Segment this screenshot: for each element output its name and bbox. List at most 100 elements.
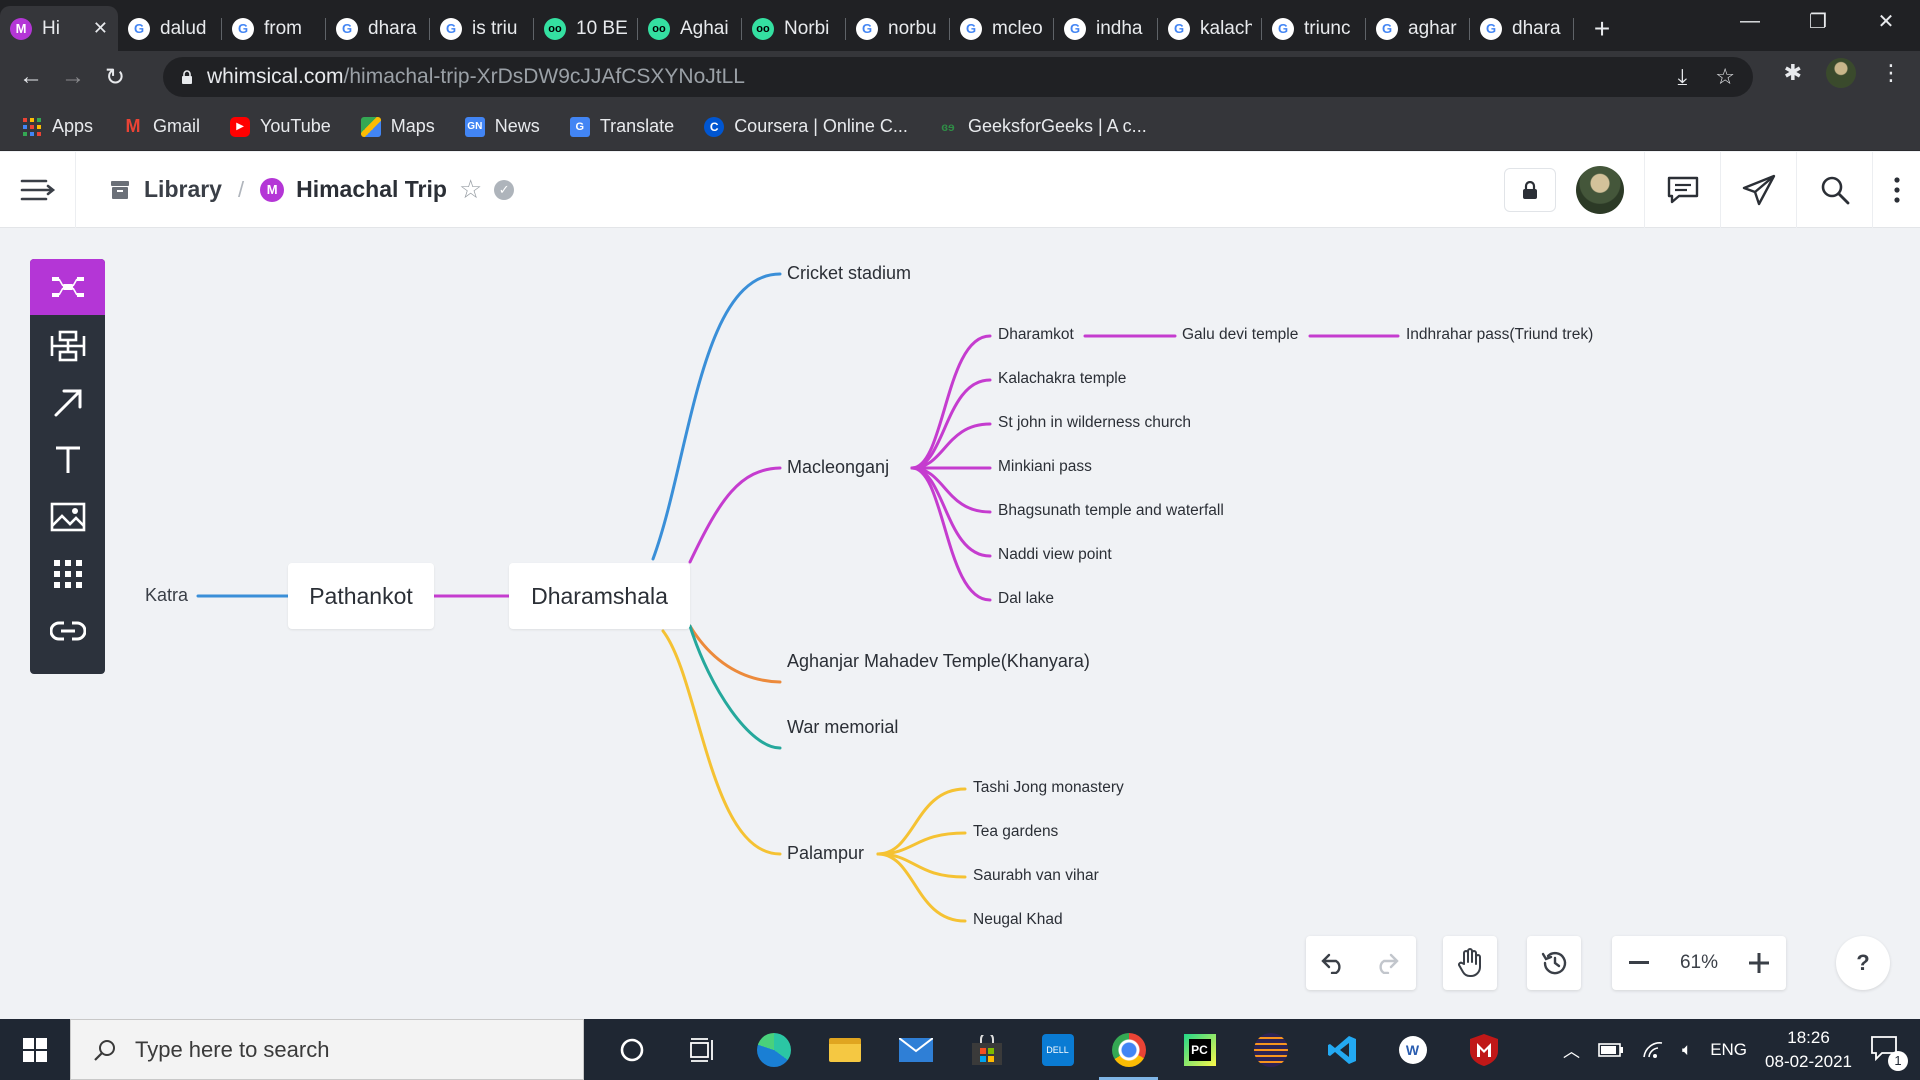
node-tashi-jong-monastery[interactable]: Tashi Jong monastery bbox=[973, 779, 1124, 797]
tray-expand-icon[interactable]: ︿ bbox=[1563, 1037, 1580, 1062]
sidebar-toggle-button[interactable] bbox=[0, 151, 76, 228]
node-katra[interactable]: Katra bbox=[145, 585, 188, 606]
wifi-icon[interactable] bbox=[1642, 1041, 1664, 1059]
zoom-out-button[interactable] bbox=[1612, 936, 1666, 990]
node-galu-devi-temple[interactable]: Galu devi temple bbox=[1182, 326, 1298, 344]
reload-icon[interactable]: ↻ bbox=[94, 56, 136, 98]
tab-himachal-trip[interactable]: M Hi ✕ bbox=[0, 6, 118, 51]
vscode-app[interactable] bbox=[1306, 1019, 1377, 1080]
flowchart-tool[interactable] bbox=[30, 317, 105, 374]
whiteboard-canvas[interactable]: Katra Pathankot Dharamshala Cricket stad… bbox=[0, 229, 1920, 1019]
new-tab-button[interactable]: + bbox=[1574, 6, 1630, 51]
pan-hand-button[interactable] bbox=[1443, 936, 1497, 990]
tab[interactable]: Gaghar bbox=[1366, 6, 1470, 51]
bookmark-apps[interactable]: Apps bbox=[22, 116, 93, 137]
node-macleonganj[interactable]: Macleonganj bbox=[787, 457, 889, 478]
edge-app[interactable] bbox=[738, 1019, 809, 1080]
forward-icon[interactable]: → bbox=[52, 56, 94, 98]
lock-button[interactable] bbox=[1504, 168, 1556, 212]
node-cricket-stadium[interactable]: Cricket stadium bbox=[787, 263, 911, 284]
arrow-tool[interactable] bbox=[30, 374, 105, 431]
mcafee-app[interactable] bbox=[1448, 1019, 1519, 1080]
node-neugal-khad[interactable]: Neugal Khad bbox=[973, 911, 1063, 929]
undo-button[interactable] bbox=[1306, 936, 1360, 990]
node-st-john-church[interactable]: St john in wilderness church bbox=[998, 414, 1191, 432]
eclipse-app[interactable] bbox=[1235, 1019, 1306, 1080]
tab[interactable]: Gfrom bbox=[222, 6, 326, 51]
help-button[interactable]: ? bbox=[1836, 936, 1890, 990]
battery-icon[interactable] bbox=[1598, 1042, 1624, 1058]
tab[interactable]: oo Norbi bbox=[742, 6, 846, 51]
tab[interactable]: Gis triu bbox=[430, 6, 534, 51]
start-button[interactable] bbox=[0, 1019, 70, 1080]
task-view-button[interactable] bbox=[667, 1019, 738, 1080]
bookmark-gmail[interactable]: M Gmail bbox=[123, 116, 201, 137]
text-tool[interactable] bbox=[30, 431, 105, 488]
bookmark-translate[interactable]: G Translate bbox=[569, 116, 674, 137]
dell-app[interactable]: DELL bbox=[1022, 1019, 1093, 1080]
app-blue[interactable]: W bbox=[1377, 1019, 1448, 1080]
extensions-puzzle-icon[interactable]: ✱ bbox=[1784, 60, 1802, 86]
bookmark-geeksforgeeks[interactable]: ɞɘ GeeksforGeeks | A c... bbox=[938, 116, 1147, 137]
tab[interactable]: Gkalach bbox=[1158, 6, 1262, 51]
node-pathankot[interactable]: Pathankot bbox=[288, 563, 434, 629]
action-center-button[interactable]: 1 bbox=[1870, 1035, 1908, 1071]
node-dharamkot[interactable]: Dharamkot bbox=[998, 326, 1074, 344]
file-explorer-app[interactable] bbox=[809, 1019, 880, 1080]
input-language[interactable]: ENG bbox=[1710, 1040, 1747, 1060]
favorite-star-icon[interactable]: ☆ bbox=[459, 174, 482, 205]
node-minkiani-pass[interactable]: Minkiani pass bbox=[998, 458, 1092, 476]
cortana-button[interactable] bbox=[596, 1019, 667, 1080]
close-window-icon[interactable]: ✕ bbox=[1852, 0, 1920, 42]
bookmark-youtube[interactable]: ▶ YouTube bbox=[230, 116, 331, 137]
tab[interactable]: Gnorbu bbox=[846, 6, 950, 51]
zoom-level[interactable]: 61% bbox=[1666, 952, 1732, 974]
bookmark-news[interactable]: GN News bbox=[464, 116, 540, 137]
breadcrumb-library[interactable]: Library bbox=[108, 176, 222, 203]
bookmark-maps[interactable]: Maps bbox=[360, 116, 435, 137]
tab[interactable]: Gdalud bbox=[118, 6, 222, 51]
mindmap-tool[interactable] bbox=[30, 259, 105, 315]
minimize-icon[interactable]: — bbox=[1716, 0, 1784, 42]
tab[interactable]: oo Aghai bbox=[638, 6, 742, 51]
mail-app[interactable] bbox=[880, 1019, 951, 1080]
restore-icon[interactable]: ❐ bbox=[1784, 0, 1852, 42]
user-avatar[interactable] bbox=[1576, 166, 1624, 214]
more-tools[interactable] bbox=[30, 545, 105, 602]
bookmark-star-icon[interactable]: ☆ bbox=[1715, 64, 1735, 90]
back-icon[interactable]: ← bbox=[10, 56, 52, 98]
tab[interactable]: Gtriunc bbox=[1262, 6, 1366, 51]
tab[interactable]: Gdhara bbox=[1470, 6, 1574, 51]
share-button[interactable] bbox=[1720, 152, 1796, 228]
node-dharamshala[interactable]: Dharamshala bbox=[509, 563, 690, 629]
node-bhagsunath-temple[interactable]: Bhagsunath temple and waterfall bbox=[998, 502, 1224, 520]
pycharm-app[interactable]: PC bbox=[1164, 1019, 1235, 1080]
node-war-memorial[interactable]: War memorial bbox=[787, 717, 898, 738]
breadcrumb-document[interactable]: M Himachal Trip bbox=[260, 176, 447, 203]
store-app[interactable] bbox=[951, 1019, 1022, 1080]
tab[interactable]: oo 10 BE bbox=[534, 6, 638, 51]
search-button[interactable] bbox=[1796, 152, 1872, 228]
install-app-icon[interactable]: ⤓ bbox=[1678, 64, 1688, 90]
node-naddi-view-point[interactable]: Naddi view point bbox=[998, 546, 1112, 564]
volume-icon[interactable]: 🔈︎ bbox=[1682, 1040, 1692, 1060]
node-aghanjar-temple[interactable]: Aghanjar Mahadev Temple(Khanyara) bbox=[787, 651, 1090, 672]
more-options-button[interactable] bbox=[1872, 152, 1920, 228]
image-tool[interactable] bbox=[30, 488, 105, 545]
browser-menu-icon[interactable]: ⋮ bbox=[1880, 60, 1902, 86]
tab[interactable]: Gdhara bbox=[326, 6, 430, 51]
node-indhrahar-pass[interactable]: Indhrahar pass(Triund trek) bbox=[1406, 326, 1593, 344]
version-history-button[interactable] bbox=[1527, 936, 1581, 990]
redo-button[interactable] bbox=[1360, 936, 1414, 990]
node-saurabh-van-vihar[interactable]: Saurabh van vihar bbox=[973, 867, 1099, 885]
node-tea-gardens[interactable]: Tea gardens bbox=[973, 823, 1058, 841]
tab[interactable]: Gindha bbox=[1054, 6, 1158, 51]
tab-close-icon[interactable]: ✕ bbox=[93, 18, 108, 39]
chrome-app[interactable] bbox=[1093, 1019, 1164, 1080]
node-dal-lake[interactable]: Dal lake bbox=[998, 590, 1054, 608]
comments-button[interactable] bbox=[1644, 152, 1720, 228]
zoom-in-button[interactable] bbox=[1732, 936, 1786, 990]
node-kalachakra-temple[interactable]: Kalachakra temple bbox=[998, 370, 1126, 388]
link-tool[interactable] bbox=[30, 602, 105, 659]
taskbar-search-box[interactable]: Type here to search bbox=[70, 1019, 584, 1080]
